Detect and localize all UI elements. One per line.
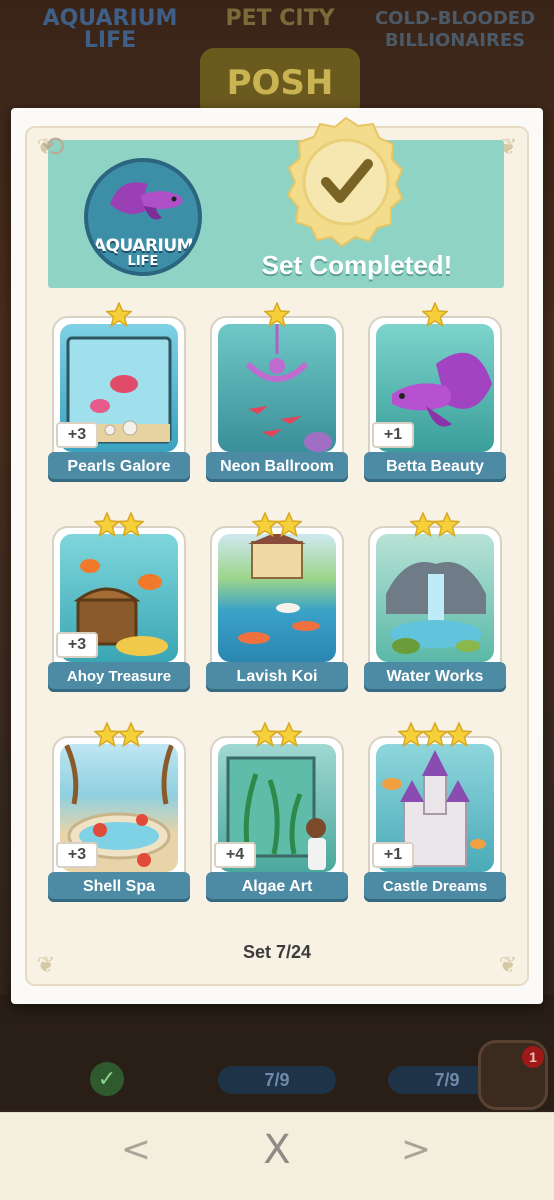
sticker-art-water-works xyxy=(376,534,494,662)
chandelier-icon xyxy=(245,324,332,452)
set-completed-text: Set Completed! xyxy=(261,250,453,280)
set-complete-check-icon: ✓ xyxy=(90,1062,124,1096)
sticker-card[interactable]: Water Works xyxy=(364,511,506,692)
duplicate-count-badge: +4 xyxy=(214,842,256,868)
set-counter: Set 7/24 xyxy=(242,942,312,962)
sticker-stars xyxy=(368,721,502,750)
sticker-name: Lavish Koi xyxy=(206,662,348,692)
background-set-name: PET CITY xyxy=(225,6,335,31)
star-icon xyxy=(251,511,279,538)
waterfall-icon xyxy=(386,562,486,654)
background-set-name: COLD-BLOODED BILLIONAIRES xyxy=(374,8,536,51)
completed-seal-icon xyxy=(286,116,404,248)
sticker-card[interactable]: Lavish Koi xyxy=(206,511,348,692)
set-logo-subtitle: LIFE xyxy=(127,254,159,269)
star-icon xyxy=(117,511,145,538)
sticker-stars xyxy=(52,301,186,330)
betta-fish-icon xyxy=(110,182,183,220)
background-set-progress: 7/9 xyxy=(218,1066,336,1094)
sticker-name: Ahoy Treasure xyxy=(48,662,190,692)
star-icon xyxy=(421,721,449,748)
star-icon xyxy=(117,721,145,748)
duplicate-count-badge: +3 xyxy=(56,632,98,658)
sticker-card[interactable]: +1 Betta Beauty xyxy=(364,301,506,482)
star-icon xyxy=(93,511,121,538)
sticker-stars xyxy=(52,511,186,540)
previous-set-button[interactable]: < xyxy=(106,1125,166,1175)
sticker-stars xyxy=(52,721,186,750)
duplicate-count-badge: +1 xyxy=(372,422,414,448)
sticker-name: Water Works xyxy=(364,662,506,692)
sticker-card[interactable]: +4 Algae Art xyxy=(206,721,348,902)
sticker-card[interactable]: +3 Pearls Galore xyxy=(48,301,190,482)
sticker-card[interactable]: +3 Shell Spa xyxy=(48,721,190,902)
sticker-stars xyxy=(368,301,502,330)
star-icon xyxy=(263,301,291,328)
star-icon xyxy=(251,721,279,748)
close-button[interactable]: X xyxy=(247,1125,307,1175)
duplicate-count-badge: +3 xyxy=(56,422,98,448)
sticker-name: Pearls Galore xyxy=(48,452,190,482)
next-set-button[interactable]: > xyxy=(386,1125,446,1175)
sticker-art-lavish-koi xyxy=(218,534,336,662)
sticker-card[interactable]: +1 Castle Dreams xyxy=(364,721,506,902)
star-icon xyxy=(421,301,449,328)
duplicate-count-badge: +1 xyxy=(372,842,414,868)
sticker-name: Neon Ballroom xyxy=(206,452,348,482)
koi-pond-icon xyxy=(238,534,320,644)
sticker-card[interactable]: Neon Ballroom xyxy=(206,301,348,482)
star-icon xyxy=(397,721,425,748)
sticker-name: Algae Art xyxy=(206,872,348,902)
star-icon xyxy=(105,301,133,328)
sticker-stars xyxy=(210,721,344,750)
star-icon xyxy=(433,511,461,538)
sticker-stars xyxy=(210,301,344,330)
sticker-name: Castle Dreams xyxy=(364,872,506,902)
sticker-art-neon-ballroom xyxy=(218,324,336,452)
sticker-stars xyxy=(368,511,502,540)
notification-badge: 1 xyxy=(522,1046,544,1068)
set-logo-title: AQUARIUM xyxy=(92,236,194,256)
sticker-name: Shell Spa xyxy=(48,872,190,902)
background-set-name: AQUARIUM LIFE xyxy=(42,6,178,53)
sticker-name: Betta Beauty xyxy=(364,452,506,482)
star-icon xyxy=(93,721,121,748)
duplicate-count-badge: +3 xyxy=(56,842,98,868)
star-icon xyxy=(445,721,473,748)
replay-icon[interactable]: ⟲ xyxy=(36,130,70,164)
star-icon xyxy=(409,511,437,538)
set-logo: AQUARIUM LIFE xyxy=(84,158,202,276)
sticker-stars xyxy=(210,511,344,540)
star-icon xyxy=(275,721,303,748)
star-icon xyxy=(275,511,303,538)
sticker-card[interactable]: +3 Ahoy Treasure xyxy=(48,511,190,692)
